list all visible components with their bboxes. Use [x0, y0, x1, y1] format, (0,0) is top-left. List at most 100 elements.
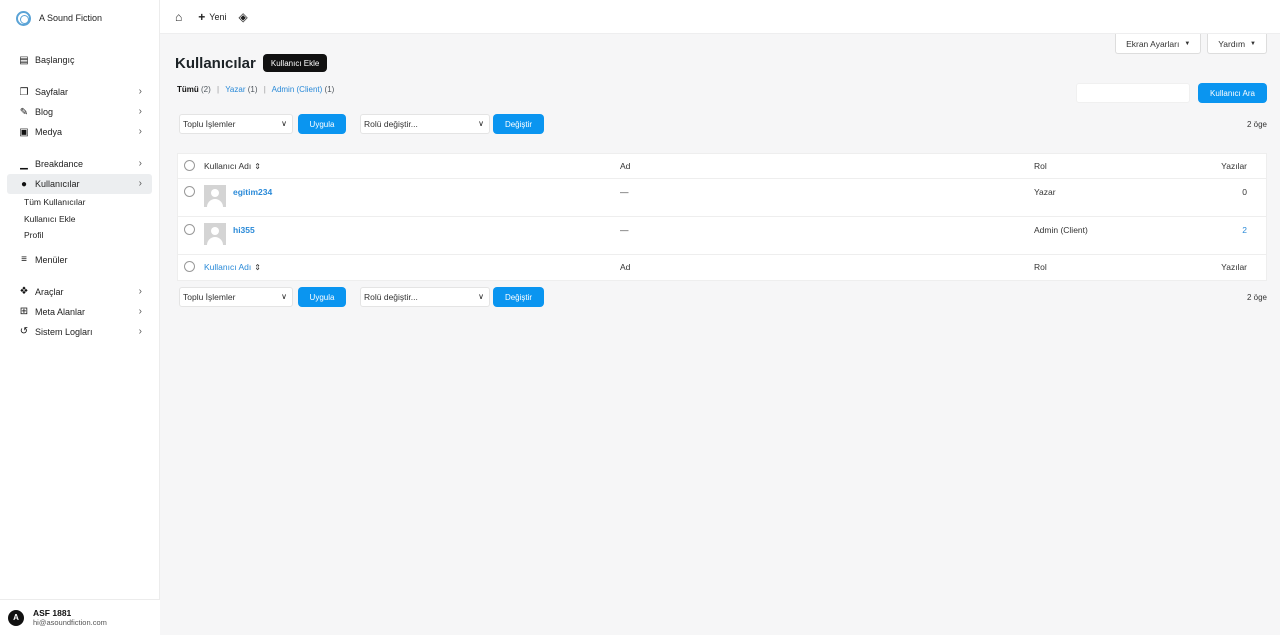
sidebar-item-media[interactable]: ▣ Medya ›	[7, 122, 152, 142]
column-label: Kullanıcı Adı	[204, 262, 252, 272]
sidebar-item-dashboard[interactable]: ▤ Başlangıç	[7, 50, 152, 70]
sidebar-item-blog[interactable]: ✎ Blog ›	[7, 102, 152, 122]
screen-meta-links: Ekran Ayarları ▼ Yardım ▼	[1109, 34, 1267, 54]
change-button[interactable]: Değiştir	[493, 114, 544, 134]
submenu-add-user[interactable]: Kullanıcı Ekle	[0, 211, 159, 228]
chevron-right-icon: ›	[138, 106, 142, 117]
media-icon: ▣	[19, 126, 29, 138]
sidebar-item-label: Breakdance	[35, 159, 84, 169]
row-checkbox[interactable]	[184, 186, 195, 197]
filter-admin-client-count: (1)	[324, 85, 335, 94]
sidebar-item-label: Araçlar	[35, 286, 64, 297]
sidebar-item-users[interactable]: ● Kullanıcılar ›	[7, 174, 152, 194]
sort-icon: ⇕	[254, 263, 261, 272]
column-posts-footer: Yazılar	[1221, 262, 1247, 272]
help-label: Yardım	[1218, 38, 1246, 49]
wrench-icon: ❖	[19, 286, 29, 297]
avatar	[204, 185, 226, 207]
column-role-header: Rol	[1034, 161, 1047, 171]
users-icon: ●	[20, 178, 28, 190]
select-all-checkbox[interactable]	[184, 160, 195, 171]
bulk-actions-value: Toplu İşlemler	[183, 119, 236, 129]
dashboard-icon: ▤	[19, 54, 29, 66]
username-link[interactable]: hi355	[233, 225, 255, 235]
apply-button[interactable]: Uygula	[298, 287, 346, 307]
select-all-checkbox[interactable]	[184, 261, 195, 272]
filter-all[interactable]: Tümü	[177, 85, 199, 94]
table-row: hi355 — Admin (Client) 2	[178, 217, 1266, 255]
chevron-down-icon: ∨	[281, 292, 287, 301]
sidebar-item-label: Medya	[35, 127, 63, 137]
chevron-down-icon: ∨	[478, 119, 484, 128]
sidebar-item-tools[interactable]: ❖ Araçlar ›	[7, 282, 152, 302]
table-row: egitim234 — Yazar 0	[178, 179, 1266, 217]
chevron-right-icon: ›	[138, 86, 142, 97]
item-count: 2 öge	[1246, 292, 1267, 302]
main-content: Ekran Ayarları ▼ Yardım ▼ Kullanıcılar K…	[160, 34, 1280, 635]
submenu-all-users[interactable]: Tüm Kullanıcılar	[0, 194, 159, 211]
sidebar-item-meta-fields[interactable]: ⊞ Meta Alanlar ›	[7, 302, 152, 322]
name-cell: —	[620, 225, 629, 235]
chevron-down-icon: ∨	[281, 119, 287, 128]
posts-link[interactable]: 2	[1242, 225, 1247, 235]
screen-options-button[interactable]: Ekran Ayarları ▼	[1115, 34, 1202, 54]
user-role-filters: Tümü (2) | Yazar (1) | Admin (Client) (1…	[177, 85, 334, 94]
role-cell: Yazar	[1034, 187, 1056, 197]
sort-icon: ⇕	[254, 162, 261, 171]
user-name: ASF 1881	[33, 608, 72, 618]
sidebar-item-breakdance[interactable]: ▁ Breakdance ›	[7, 154, 152, 174]
current-user[interactable]: A ASF 1881 hi@asoundfiction.com	[0, 599, 160, 635]
page-title: Kullanıcılar	[175, 54, 256, 72]
caret-down-icon: ▼	[1250, 40, 1256, 47]
add-user-button[interactable]: Kullanıcı Ekle	[262, 54, 328, 72]
column-username-header[interactable]: Kullanıcı Adı ⇕	[204, 161, 261, 171]
filter-author-count: (1)	[247, 85, 258, 94]
sidebar-item-label: Sistem Logları	[35, 326, 93, 337]
chevron-down-icon: ∨	[478, 292, 484, 301]
sidebar: A Sound Fiction ▤ Başlangıç ❐ Sayfalar ›…	[0, 0, 160, 635]
sidebar-item-label: Başlangıç	[35, 55, 75, 65]
user-email: hi@asoundfiction.com	[33, 618, 107, 627]
search-input[interactable]	[1076, 83, 1190, 103]
change-role-select[interactable]: Rolü değiştir... ∨	[360, 287, 490, 307]
brand[interactable]: A Sound Fiction	[0, 0, 159, 36]
help-button[interactable]: Yardım ▼	[1207, 34, 1267, 54]
filter-author[interactable]: Yazar	[225, 85, 245, 94]
sidebar-item-system-logs[interactable]: ↺ Sistem Logları ›	[7, 322, 152, 342]
users-table: Kullanıcı Adı ⇕ Ad Rol Yazılar egitim234 …	[177, 153, 1267, 281]
breakdance-button[interactable]: ◈	[238, 11, 251, 23]
change-role-select[interactable]: Rolü değiştir... ∨	[360, 114, 490, 134]
filter-admin-client[interactable]: Admin (Client)	[272, 85, 323, 94]
sidebar-item-menus[interactable]: ≡ Menüler	[7, 250, 152, 270]
search-users-button[interactable]: Kullanıcı Ara	[1198, 83, 1267, 103]
top-bar: ⌂ + Yeni ◈	[160, 0, 1280, 34]
sidebar-item-label: Menüler	[35, 254, 68, 265]
brand-name: A Sound Fiction	[39, 13, 103, 23]
bulk-actions-select[interactable]: Toplu İşlemler ∨	[179, 287, 293, 307]
column-role-footer: Rol	[1034, 262, 1047, 272]
sidebar-item-pages[interactable]: ❐ Sayfalar ›	[7, 82, 152, 102]
name-cell: —	[620, 187, 629, 197]
breakdance-icon: ▁	[20, 158, 28, 170]
menu-icon: ≡	[21, 254, 27, 265]
row-checkbox[interactable]	[184, 224, 195, 235]
chevron-right-icon: ›	[138, 325, 142, 337]
bulk-actions-value: Toplu İşlemler	[183, 292, 236, 302]
sidebar-nav: ▤ Başlangıç ❐ Sayfalar › ✎ Blog › ▣ Medy…	[0, 50, 159, 342]
change-button[interactable]: Değiştir	[493, 287, 544, 307]
filter-all-count: (2)	[201, 85, 211, 94]
column-username-footer[interactable]: Kullanıcı Adı ⇕	[204, 262, 261, 272]
new-button[interactable]: + Yeni	[198, 11, 226, 23]
home-button[interactable]: ⌂	[175, 11, 186, 23]
apply-button[interactable]: Uygula	[298, 114, 346, 134]
submenu-profile[interactable]: Profil	[0, 227, 159, 244]
bulk-actions-select[interactable]: Toplu İşlemler ∨	[179, 114, 293, 134]
username-link[interactable]: egitim234	[233, 187, 272, 197]
caret-down-icon: ▼	[1184, 40, 1191, 47]
title-row: Kullanıcılar Kullanıcı Ekle	[175, 54, 328, 72]
item-count: 2 öge	[1246, 119, 1267, 129]
role-cell: Admin (Client)	[1034, 225, 1088, 235]
tablenav-top: Toplu İşlemler ∨ Uygula Rolü değiştir...…	[179, 114, 1267, 134]
chevron-right-icon: ›	[138, 158, 142, 169]
change-role-value: Rolü değiştir...	[364, 119, 418, 129]
